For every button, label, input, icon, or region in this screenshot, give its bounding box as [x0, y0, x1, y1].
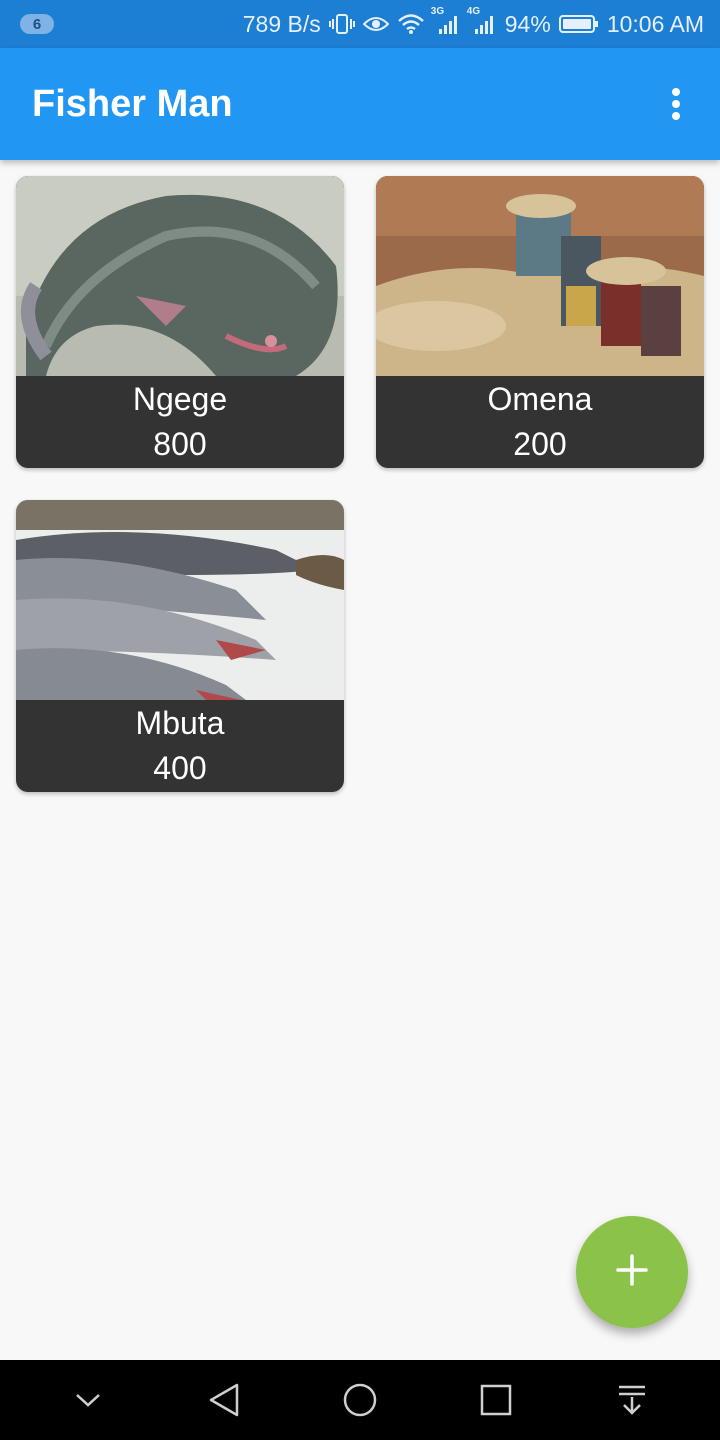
fish-grid: Ngege 800 Omena 200 Mbuta 400 [16, 176, 704, 792]
fish-card-mbuta[interactable]: Mbuta 400 [16, 500, 344, 792]
fish-name: Ngege [132, 381, 228, 417]
fish-photo-omena [376, 176, 704, 376]
app-title: Fisher Man [32, 82, 233, 125]
signal-3g-icon: 3G [431, 6, 461, 36]
signal-3g-label: 3G [430, 6, 445, 17]
fish-price: 800 [153, 426, 207, 462]
fish-caption: Mbuta 400 [16, 700, 344, 792]
more-vert-icon[interactable] [664, 84, 688, 124]
fish-price: 200 [513, 426, 567, 462]
vibrate-icon [328, 12, 355, 36]
fish-name: Mbuta [135, 705, 225, 741]
add-icon [615, 1253, 649, 1292]
app-bar: Fisher Man [0, 48, 720, 160]
fish-photo-ngege [16, 176, 344, 376]
eye-icon [362, 14, 389, 34]
system-nav-bar [0, 1360, 720, 1440]
signal-4g-icon: 4G [467, 6, 497, 36]
notification-count-badge: 6 [20, 14, 54, 34]
back-icon[interactable] [194, 1370, 254, 1430]
fish-card-omena[interactable]: Omena 200 [376, 176, 704, 468]
signal-4g-label: 4G [466, 6, 481, 17]
recents-icon[interactable] [466, 1370, 526, 1430]
notification-pull-icon[interactable] [602, 1370, 662, 1430]
fish-price: 400 [153, 750, 207, 786]
battery-percent: 94% [504, 10, 551, 37]
chevron-down-icon[interactable] [58, 1370, 118, 1430]
fish-caption: Ngege 800 [16, 376, 344, 468]
battery-icon [558, 14, 599, 34]
fish-name: Omena [487, 381, 593, 417]
clock: 10:06 AM [606, 10, 704, 37]
fish-caption: Omena 200 [376, 376, 704, 468]
status-bar: 6 789 B/s 3G 4G 94% 10:06 AM [0, 0, 720, 48]
network-speed: 789 B/s [242, 10, 321, 37]
home-icon[interactable] [330, 1370, 390, 1430]
fish-photo-mbuta [16, 500, 344, 700]
add-fish-button[interactable] [576, 1216, 688, 1328]
fish-card-ngege[interactable]: Ngege 800 [16, 176, 344, 468]
wifi-icon [397, 13, 425, 35]
